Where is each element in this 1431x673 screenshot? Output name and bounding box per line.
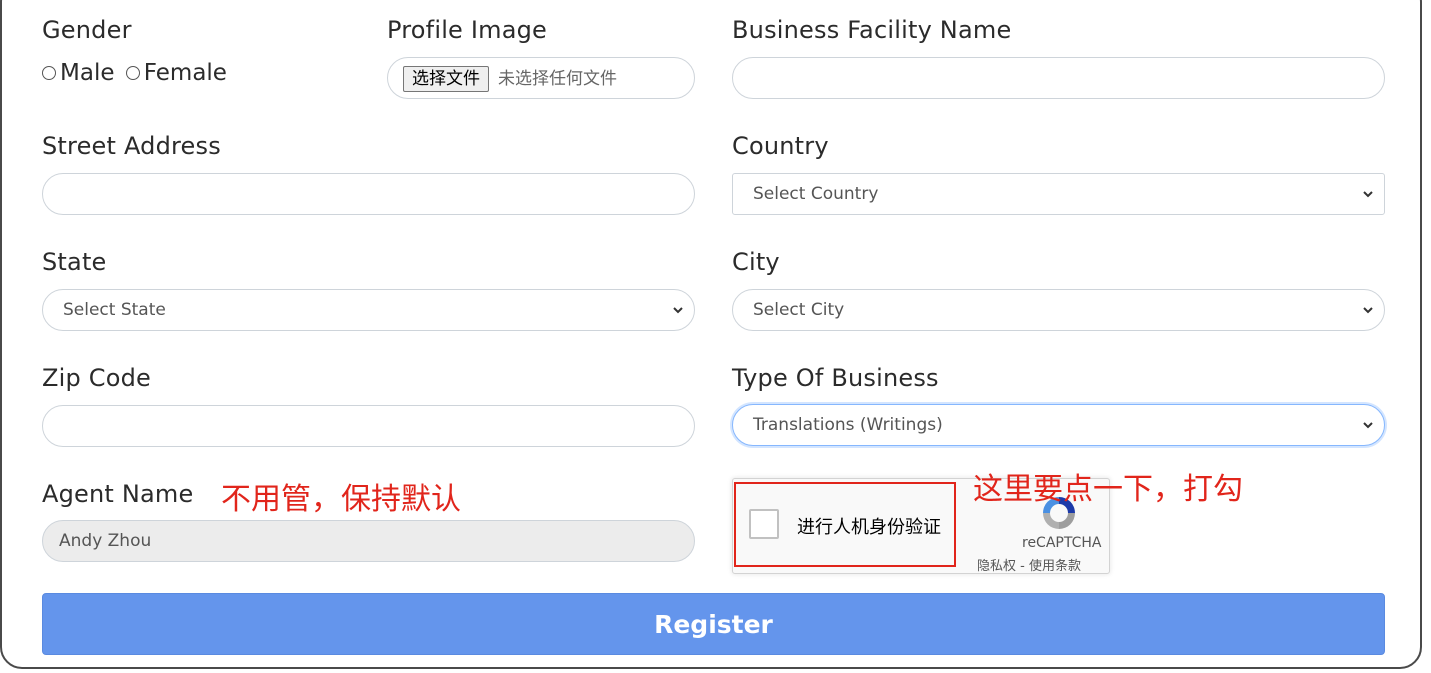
type-of-business-selected-text: Translations (Writings) <box>753 415 943 435</box>
agent-note-annotation: 不用管，保持默认 <box>221 482 461 517</box>
street-address-label: Street Address <box>42 132 221 160</box>
city-selected-text: Select City <box>753 300 845 320</box>
zip-code-input[interactable] <box>42 405 695 447</box>
male-label: Male <box>60 60 115 86</box>
country-select[interactable]: Select Country <box>732 173 1385 215</box>
form-panel <box>0 0 1422 669</box>
file-status-text: 未选择任何文件 <box>498 69 617 89</box>
type-of-business-select[interactable]: Translations (Writings) <box>732 404 1385 446</box>
agent-name-value: Andy Zhou <box>59 531 152 551</box>
city-label: City <box>732 248 780 276</box>
male-radio[interactable] <box>42 65 56 80</box>
agent-name-label: Agent Name <box>42 480 194 508</box>
female-radio[interactable] <box>125 65 140 80</box>
register-button[interactable]: Register <box>42 593 1385 655</box>
choose-file-button[interactable]: 选择文件 <box>403 66 489 92</box>
chevron-down-icon <box>1363 191 1373 198</box>
recaptcha-checkbox[interactable] <box>749 509 779 539</box>
street-address-input[interactable] <box>42 173 695 215</box>
profile-image-input[interactable]: 选择文件 未选择任何文件 <box>387 57 695 99</box>
state-label: State <box>42 248 107 276</box>
captcha-note-annotation: 这里要点一下，打勾 <box>973 472 1243 507</box>
gender-option-male[interactable]: Male <box>42 60 122 86</box>
gender-label: Gender <box>42 16 132 44</box>
country-selected-text: Select Country <box>753 184 879 204</box>
type-of-business-label: Type Of Business <box>732 364 939 392</box>
business-facility-label: Business Facility Name <box>732 16 1012 44</box>
chevron-down-icon <box>1363 307 1373 314</box>
city-select[interactable]: Select City <box>732 289 1385 331</box>
profile-image-label: Profile Image <box>387 16 548 44</box>
gender-option-female[interactable]: Female <box>125 60 227 86</box>
country-label: Country <box>732 132 829 160</box>
female-label: Female <box>143 60 227 86</box>
chevron-down-icon <box>1363 422 1373 429</box>
state-select[interactable]: Select State <box>42 289 695 331</box>
recaptcha-brand: reCAPTCHA <box>1022 535 1102 551</box>
agent-name-input: Andy Zhou <box>42 520 695 562</box>
state-selected-text: Select State <box>63 300 166 320</box>
chevron-down-icon <box>673 307 683 314</box>
recaptcha-label: 进行人机身份验证 <box>797 517 941 538</box>
zip-code-label: Zip Code <box>42 364 152 392</box>
business-facility-input[interactable] <box>732 57 1385 99</box>
recaptcha-links[interactable]: 隐私权 - 使用条款 <box>977 555 1081 574</box>
gender-radio-group: Male Female <box>42 60 227 86</box>
